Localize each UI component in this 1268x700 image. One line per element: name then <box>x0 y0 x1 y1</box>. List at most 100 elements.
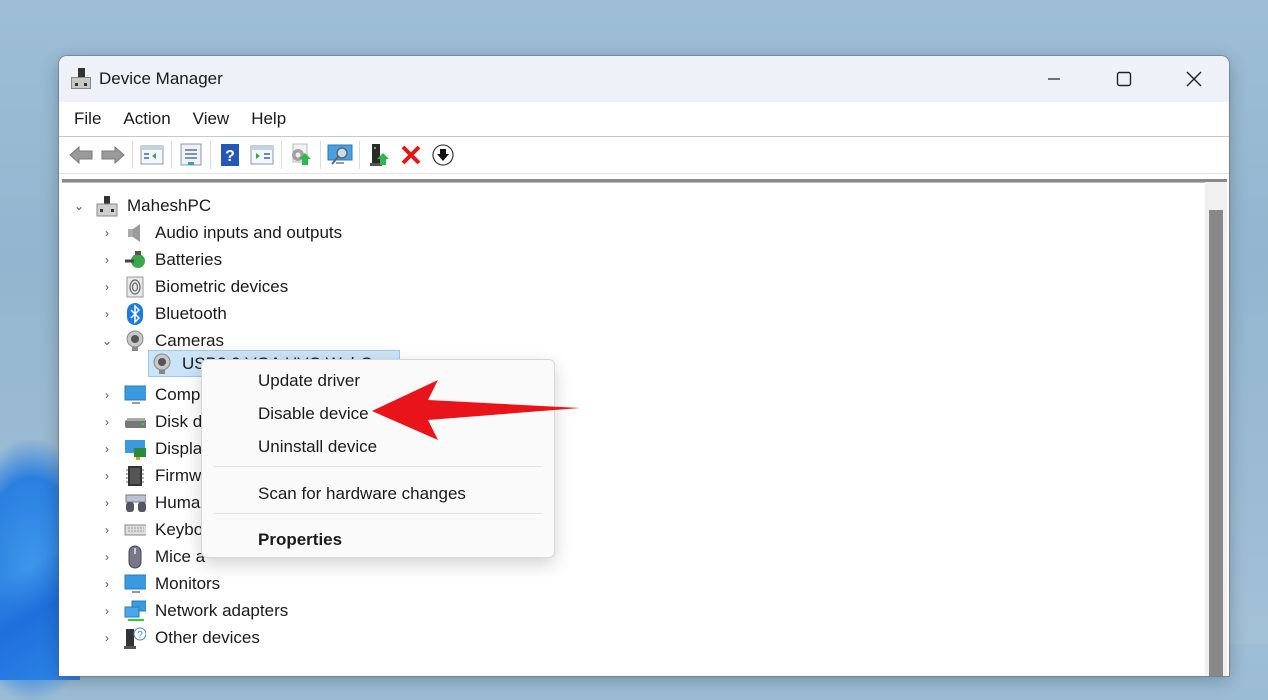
display-adapter-icon <box>124 438 146 460</box>
scrollbar-thumb[interactable] <box>1209 210 1223 676</box>
chevron-right-icon[interactable]: › <box>100 523 114 537</box>
tree-item-label: Keybo <box>155 519 204 539</box>
disk-drive-icon <box>124 411 146 433</box>
tree-item-batteries[interactable]: › Batteries <box>100 246 222 273</box>
device-manager-icon <box>71 68 91 90</box>
context-menu-disable-device[interactable]: Disable device <box>258 404 369 424</box>
tree-item-monitors[interactable]: › Monitors <box>100 570 220 597</box>
tree-item-bluetooth[interactable]: › Bluetooth <box>100 300 227 327</box>
tree-item-keyboards[interactable]: › Keybo <box>100 516 203 543</box>
toolbar-separator <box>132 141 133 169</box>
help-button[interactable]: ? <box>214 140 246 170</box>
tree-item-other[interactable]: › ? Other devices <box>100 624 260 651</box>
show-hide-action-pane-button[interactable] <box>246 140 278 170</box>
toolbar-separator <box>320 141 321 169</box>
camera-icon <box>124 330 146 352</box>
tree-item-disk[interactable]: › Disk d <box>100 408 202 435</box>
disable-device-button[interactable] <box>427 140 459 170</box>
chevron-right-icon[interactable]: › <box>100 307 114 321</box>
forward-button[interactable] <box>97 140 129 170</box>
minimize-button[interactable] <box>1019 56 1089 102</box>
tree-item-firmware[interactable]: › Firmw <box>100 462 201 489</box>
context-menu-uninstall-device[interactable]: Uninstall device <box>258 437 377 457</box>
firmware-icon <box>124 465 146 487</box>
mouse-icon <box>124 545 146 568</box>
tree-item-biometric[interactable]: › Biometric devices <box>100 273 288 300</box>
tree-item-label: Huma <box>155 492 201 512</box>
context-menu-update-driver[interactable]: Update driver <box>258 371 360 391</box>
chevron-right-icon[interactable]: › <box>100 604 114 618</box>
svg-text:?: ? <box>225 148 235 165</box>
enable-device-button[interactable] <box>363 140 395 170</box>
chevron-right-icon[interactable]: › <box>100 577 114 591</box>
tree-item-computer[interactable]: › Comp <box>100 381 200 408</box>
context-menu-scan-hardware[interactable]: Scan for hardware changes <box>258 484 466 504</box>
scan-hardware-button[interactable] <box>324 140 356 170</box>
chevron-right-icon[interactable]: › <box>100 469 114 483</box>
context-menu-properties[interactable]: Properties <box>258 530 342 550</box>
maximize-button[interactable] <box>1089 56 1159 102</box>
menu-help[interactable]: Help <box>240 109 297 129</box>
update-driver-icon <box>292 143 311 165</box>
minimize-icon <box>1048 78 1060 80</box>
computer-icon <box>124 384 146 406</box>
chevron-right-icon[interactable]: › <box>100 442 114 456</box>
chevron-right-icon[interactable]: › <box>100 631 114 645</box>
help-icon: ? <box>221 144 239 166</box>
chevron-right-icon[interactable]: › <box>100 280 114 294</box>
menu-file[interactable]: File <box>63 109 112 129</box>
tree-item-label: Other devices <box>155 627 260 647</box>
maximize-icon <box>1116 71 1132 87</box>
menu-view[interactable]: View <box>182 109 241 129</box>
tree-item-display[interactable]: › Displa <box>100 435 202 462</box>
uninstall-device-icon <box>401 145 421 165</box>
chevron-right-icon[interactable]: › <box>100 226 114 240</box>
context-menu-separator <box>214 513 542 514</box>
update-driver-button[interactable] <box>285 140 317 170</box>
tree-root[interactable]: ⌄ MaheshPC <box>72 192 211 219</box>
tree-item-label: Monitors <box>155 573 221 593</box>
close-button[interactable] <box>1159 56 1229 102</box>
toolbar: ? <box>59 136 1229 174</box>
tree-item-mice[interactable]: › Mice a <box>100 543 205 570</box>
tree-item-human-interface[interactable]: › Huma <box>100 489 200 516</box>
scan-hardware-icon <box>327 144 353 165</box>
properties-button[interactable] <box>175 140 207 170</box>
enable-device-icon <box>370 144 389 166</box>
tree-item-label: Network adapters <box>155 600 289 620</box>
chevron-down-icon[interactable]: ⌄ <box>100 334 114 348</box>
uninstall-device-button[interactable] <box>395 140 427 170</box>
menu-bar: File Action View Help <box>59 102 1229 136</box>
vertical-scrollbar[interactable] <box>1205 182 1227 676</box>
back-button[interactable] <box>65 140 97 170</box>
keyboard-icon <box>124 519 146 541</box>
root-label: MaheshPC <box>127 195 212 215</box>
speaker-icon <box>124 222 146 244</box>
chevron-down-icon[interactable]: ⌄ <box>72 199 86 213</box>
tree-item-label: Audio inputs and outputs <box>155 222 343 242</box>
tree-item-audio[interactable]: › Audio inputs and outputs <box>100 219 342 246</box>
chevron-right-icon[interactable]: › <box>100 388 114 402</box>
window-title: Device Manager <box>99 69 223 88</box>
chevron-right-icon[interactable]: › <box>100 550 114 564</box>
tree-item-label: Biometric devices <box>155 276 289 296</box>
tree-item-label: Batteries <box>155 249 223 269</box>
menu-action[interactable]: Action <box>112 109 181 129</box>
close-icon <box>1186 71 1202 87</box>
chevron-right-icon[interactable]: › <box>100 253 114 267</box>
show-hide-console-tree-button[interactable] <box>136 140 168 170</box>
forward-arrow-icon <box>101 145 125 165</box>
tree-item-label: Displa <box>155 438 203 458</box>
monitor-icon <box>124 573 146 595</box>
toolbar-separator <box>359 141 360 169</box>
tree-item-label: Firmw <box>155 465 202 485</box>
chevron-right-icon[interactable]: › <box>100 415 114 429</box>
tree-item-network[interactable]: › Network adapters <box>100 597 288 624</box>
chevron-right-icon[interactable]: › <box>100 496 114 510</box>
network-icon <box>124 600 146 622</box>
webcam-icon <box>151 353 173 375</box>
show-hide-action-pane-icon <box>250 145 274 165</box>
context-menu-separator <box>214 466 542 467</box>
show-hide-console-tree-icon <box>140 145 164 165</box>
tree-item-label: Cameras <box>155 330 224 350</box>
